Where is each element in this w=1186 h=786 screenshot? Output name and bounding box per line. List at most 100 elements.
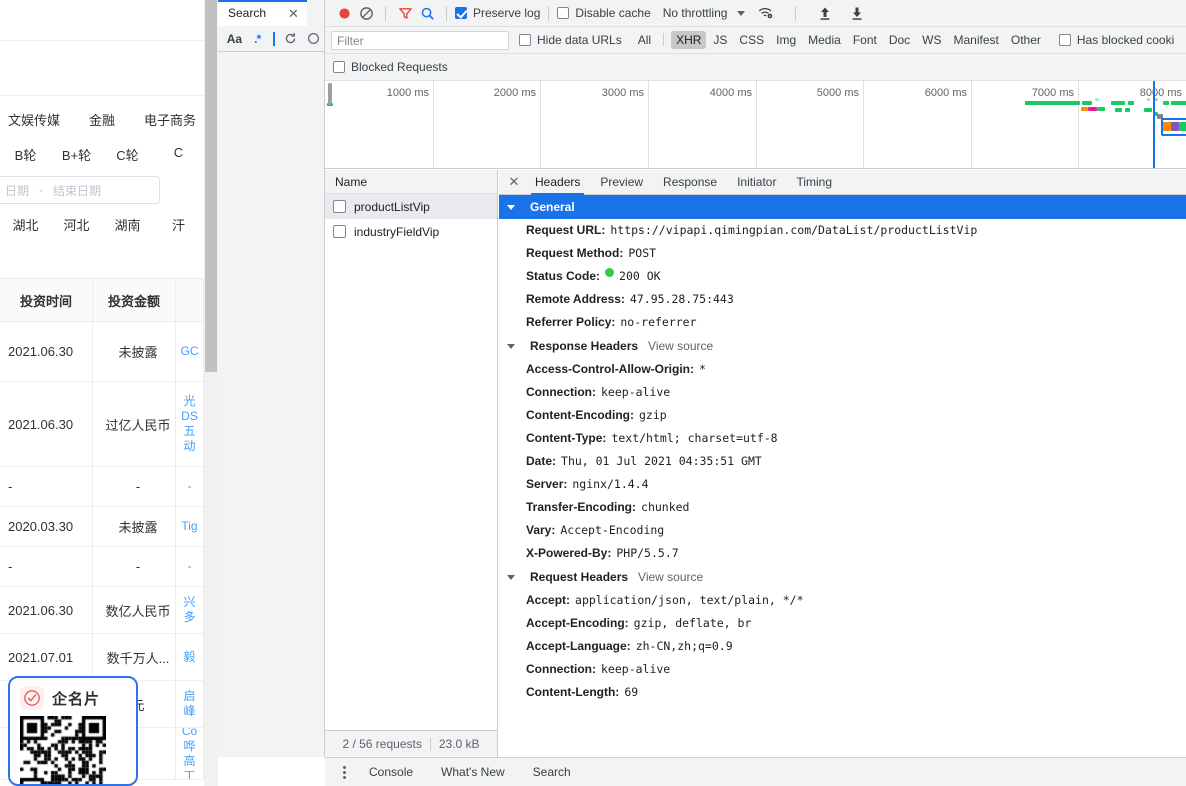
record-circle-icon[interactable] <box>333 3 355 23</box>
close-icon[interactable]: ✕ <box>288 7 299 20</box>
investor-link[interactable]: 兴 <box>183 595 195 610</box>
detail-tab-headers[interactable]: Headers <box>525 170 590 195</box>
wifi-settings-icon[interactable] <box>755 3 777 23</box>
filter-type-img[interactable]: Img <box>771 31 801 49</box>
investor-link[interactable]: DS <box>181 409 198 424</box>
investor-link[interactable]: 高 <box>183 754 195 769</box>
match-case-button[interactable]: Aa <box>224 29 245 49</box>
filter-tag[interactable]: 电子商务 <box>136 110 204 129</box>
regex-button[interactable]: .* <box>247 29 268 49</box>
filter-tag[interactable]: C轮 <box>102 145 153 164</box>
filter-tag[interactable]: 湖南 <box>102 215 153 234</box>
requests-list-header[interactable]: Name <box>325 170 497 194</box>
cell-investors[interactable]: 兴多 <box>176 587 204 633</box>
date-range-picker[interactable]: 日期 - 结束日期 <box>0 176 160 204</box>
search-icon[interactable] <box>416 3 438 23</box>
cell-investors[interactable]: Co 哗高工 <box>176 728 204 779</box>
download-arrow-icon[interactable] <box>846 3 868 23</box>
filter-type-doc[interactable]: Doc <box>884 31 915 49</box>
more-vertical-icon[interactable] <box>333 765 355 779</box>
drawer-tab-what-s-new[interactable]: What's New <box>427 765 519 779</box>
filter-type-other[interactable]: Other <box>1006 31 1046 49</box>
investor-link[interactable]: 峰 <box>183 704 195 719</box>
preserve-log-checkbox[interactable]: Preserve log <box>455 6 540 20</box>
view-source-link[interactable]: View source <box>648 339 713 353</box>
upload-arrow-icon[interactable] <box>814 3 836 23</box>
network-overview-timeline[interactable]: 1000 ms 2000 ms 3000 ms 4000 ms 5000 ms 6000 … <box>325 81 1186 169</box>
drawer-tab-console[interactable]: Console <box>355 765 427 779</box>
investor-link[interactable]: Tig <box>181 519 197 534</box>
filter-input[interactable]: Filter <box>331 30 509 50</box>
webpage-scrollbar-thumb[interactable] <box>205 0 217 372</box>
cell-investors[interactable]: 光 DS 五动 <box>176 382 204 466</box>
filter-type-media[interactable]: Media <box>803 31 846 49</box>
investor-link[interactable]: Co <box>182 728 197 739</box>
hide-data-urls-checkbox[interactable]: Hide data URLs <box>519 33 622 47</box>
investor-link[interactable]: 哗 <box>183 739 195 754</box>
investor-link[interactable]: 五 <box>183 424 195 439</box>
investor-link[interactable]: 毅 <box>183 650 195 665</box>
header-row: Content-Type: text/html; charset=utf-8 <box>499 427 1186 450</box>
filter-type-css[interactable]: CSS <box>734 31 769 49</box>
filter-type-js[interactable]: JS <box>708 31 732 49</box>
filter-tag[interactable]: B+轮 <box>51 145 102 164</box>
cell-investors[interactable]: - <box>176 547 204 586</box>
view-source-link[interactable]: View source <box>638 570 703 584</box>
investor-link[interactable]: - <box>188 559 192 574</box>
overview-request-bar <box>1088 107 1097 111</box>
drawer-tab-search[interactable]: Search <box>519 765 585 779</box>
disable-cache-checkbox[interactable]: Disable cache <box>557 6 651 20</box>
tab-search[interactable]: Search ✕ <box>218 0 307 26</box>
cell-investors[interactable]: - <box>176 467 204 506</box>
cell-investors[interactable]: 启峰 <box>176 681 204 727</box>
request-row[interactable]: productListVip <box>325 194 497 219</box>
filter-tag[interactable]: B轮 <box>0 145 51 164</box>
has-blocked-cookies-checkbox[interactable]: Has blocked cooki <box>1058 33 1174 47</box>
detail-tab-response[interactable]: Response <box>653 170 727 195</box>
filter-tag[interactable]: 湖北 <box>0 215 51 234</box>
throttling-value[interactable]: No throttling <box>663 6 728 20</box>
filter-type-all[interactable]: All <box>633 31 656 49</box>
section-header[interactable]: Request Headers View source <box>499 565 1186 589</box>
detail-tab-preview[interactable]: Preview <box>590 170 653 195</box>
investor-link[interactable]: - <box>188 479 192 494</box>
overview-selection-box[interactable] <box>1161 118 1186 136</box>
close-icon[interactable]: ✕ <box>503 174 525 190</box>
cell-investors[interactable]: 毅 <box>176 634 204 680</box>
investor-link[interactable]: 启 <box>183 689 195 704</box>
filter-type-xhr[interactable]: XHR <box>671 31 707 49</box>
header-value: 200 OK <box>619 269 661 283</box>
qr-code-popup[interactable]: 企名片 <box>8 676 138 786</box>
filter-type-font[interactable]: Font <box>848 31 882 49</box>
detail-tab-initiator[interactable]: Initiator <box>727 170 786 195</box>
investor-link[interactable]: 多 <box>183 610 195 625</box>
filter-tag[interactable]: 汗 <box>153 215 204 234</box>
filter-tag[interactable]: C <box>153 145 204 164</box>
request-row[interactable]: industryFieldVip <box>325 219 497 244</box>
detail-tab-timing[interactable]: Timing <box>786 170 842 195</box>
clear-button[interactable] <box>303 29 324 49</box>
filter-type-ws[interactable]: WS <box>917 31 946 49</box>
funnel-icon[interactable] <box>394 3 416 23</box>
overview-request-bar <box>1097 107 1105 111</box>
investor-link[interactable]: GC <box>181 344 199 359</box>
investor-link[interactable]: 动 <box>183 439 195 454</box>
investor-link[interactable]: 光 <box>183 394 195 409</box>
refresh-button[interactable] <box>280 29 301 49</box>
filter-tag[interactable]: 河北 <box>51 215 102 234</box>
chevron-down-icon[interactable] <box>737 10 746 16</box>
investor-link[interactable]: 工 <box>183 769 195 780</box>
cell-investors[interactable]: GC <box>176 322 204 381</box>
filter-tag[interactable]: 金融 <box>68 110 136 129</box>
overview-left-handle[interactable] <box>328 83 332 105</box>
blocked-requests-checkbox[interactable]: Blocked Requests <box>333 60 448 74</box>
section-header[interactable]: Response Headers View source <box>499 334 1186 358</box>
header-key: Connection: <box>526 385 596 399</box>
filter-type-manifest[interactable]: Manifest <box>949 31 1004 49</box>
cell-investors[interactable]: Tig <box>176 507 204 546</box>
clear-prohibited-icon[interactable] <box>355 3 377 23</box>
cell-investment-amount: 未披露 <box>93 322 176 381</box>
blocked-requests-bar: Blocked Requests <box>325 54 1186 81</box>
section-header[interactable]: General <box>499 195 1186 219</box>
filter-tag[interactable]: 文娱传媒 <box>0 110 68 129</box>
